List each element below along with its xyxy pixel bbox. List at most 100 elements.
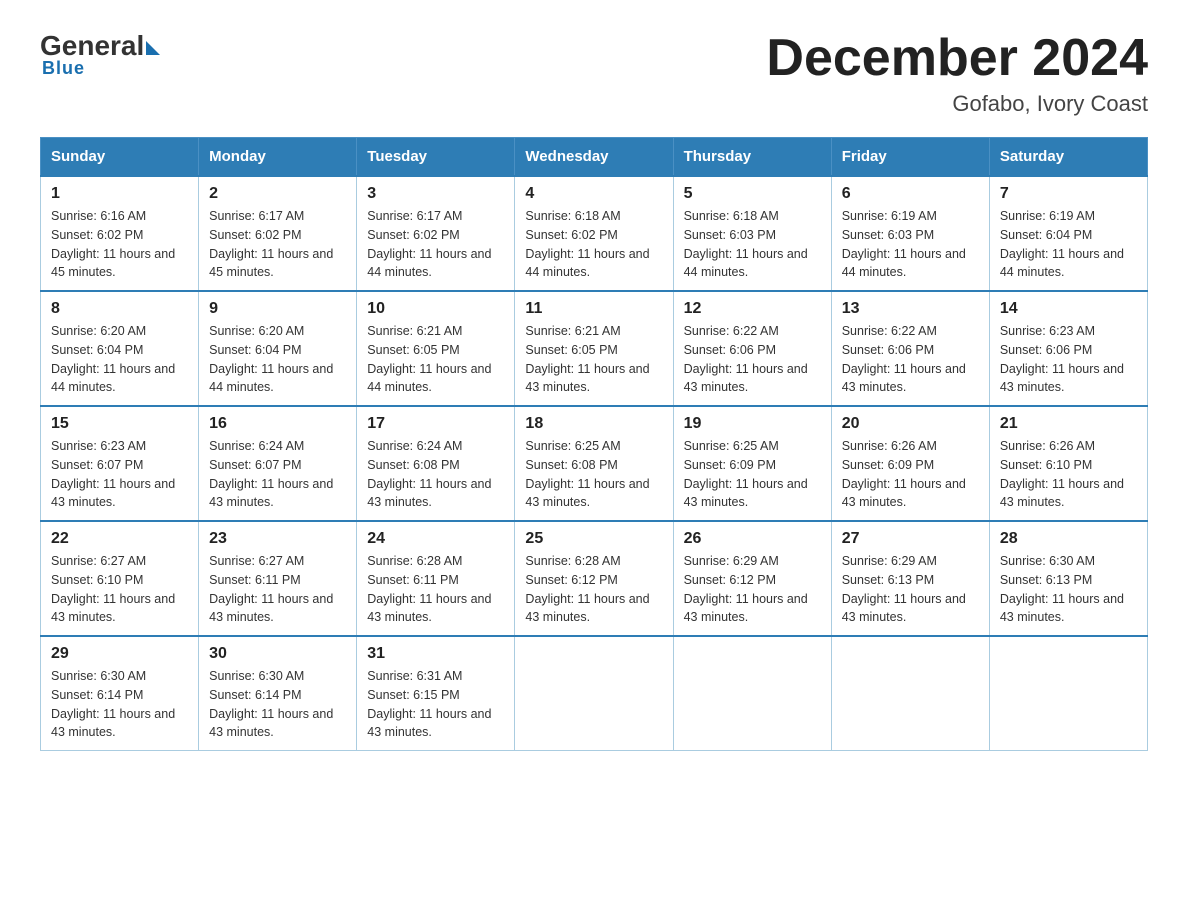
calendar-cell — [673, 636, 831, 751]
calendar-cell: 23Sunrise: 6:27 AMSunset: 6:11 PMDayligh… — [199, 521, 357, 636]
day-number: 19 — [684, 415, 821, 433]
location-subtitle: Gofabo, Ivory Coast — [766, 91, 1148, 117]
day-info: Sunrise: 6:21 AMSunset: 6:05 PMDaylight:… — [367, 322, 504, 397]
logo-blue-label: Blue — [42, 58, 160, 79]
day-number: 8 — [51, 300, 188, 318]
header-tuesday: Tuesday — [357, 138, 515, 177]
day-info: Sunrise: 6:19 AMSunset: 6:03 PMDaylight:… — [842, 207, 979, 282]
day-number: 15 — [51, 415, 188, 433]
calendar-cell: 13 Sunrise: 6:22 AMSunset: 6:06 PMDayligh… — [831, 291, 989, 406]
week-row-5: 29 Sunrise: 6:30 AMSunset: 6:14 PMDayligh… — [41, 636, 1148, 751]
calendar-cell: 25 Sunrise: 6:28 AMSunset: 6:12 PMDayligh… — [515, 521, 673, 636]
calendar-cell: 16 Sunrise: 6:24 AMSunset: 6:07 PMDayligh… — [199, 406, 357, 521]
title-section: December 2024 Gofabo, Ivory Coast — [766, 30, 1148, 117]
calendar-title: December 2024 — [766, 30, 1148, 87]
day-number: 5 — [684, 185, 821, 203]
day-number: 29 — [51, 645, 188, 663]
day-number: 22 — [51, 530, 188, 548]
day-number: 18 — [525, 415, 662, 433]
calendar-cell — [989, 636, 1147, 751]
day-number: 28 — [1000, 530, 1137, 548]
calendar-cell: 11 Sunrise: 6:21 AMSunset: 6:05 PMDayligh… — [515, 291, 673, 406]
day-info: Sunrise: 6:21 AMSunset: 6:05 PMDaylight:… — [525, 322, 662, 397]
day-info: Sunrise: 6:16 AMSunset: 6:02 PMDaylight:… — [51, 207, 188, 282]
day-info: Sunrise: 6:24 AMSunset: 6:08 PMDaylight:… — [367, 437, 504, 512]
day-info: Sunrise: 6:28 AMSunset: 6:12 PMDaylight:… — [525, 552, 662, 627]
header-friday: Friday — [831, 138, 989, 177]
day-number: 10 — [367, 300, 504, 318]
day-info: Sunrise: 6:25 AMSunset: 6:09 PMDaylight:… — [684, 437, 821, 512]
calendar-cell: 10 Sunrise: 6:21 AMSunset: 6:05 PMDayligh… — [357, 291, 515, 406]
day-number: 3 — [367, 185, 504, 203]
day-number: 17 — [367, 415, 504, 433]
day-info: Sunrise: 6:29 AMSunset: 6:12 PMDaylight:… — [684, 552, 821, 627]
calendar-cell: 6Sunrise: 6:19 AMSunset: 6:03 PMDaylight… — [831, 176, 989, 291]
day-info: Sunrise: 6:30 AMSunset: 6:14 PMDaylight:… — [209, 667, 346, 742]
week-row-2: 8 Sunrise: 6:20 AMSunset: 6:04 PMDaylight… — [41, 291, 1148, 406]
calendar-cell: 28 Sunrise: 6:30 AMSunset: 6:13 PMDayligh… — [989, 521, 1147, 636]
day-info: Sunrise: 6:22 AMSunset: 6:06 PMDaylight:… — [842, 322, 979, 397]
calendar-cell: 7 Sunrise: 6:19 AMSunset: 6:04 PMDaylight… — [989, 176, 1147, 291]
header-row: SundayMondayTuesdayWednesdayThursdayFrid… — [41, 138, 1148, 177]
day-number: 1 — [51, 185, 188, 203]
week-row-4: 22Sunrise: 6:27 AMSunset: 6:10 PMDayligh… — [41, 521, 1148, 636]
day-info: Sunrise: 6:18 AMSunset: 6:03 PMDaylight:… — [684, 207, 821, 282]
day-number: 31 — [367, 645, 504, 663]
calendar-cell: 22Sunrise: 6:27 AMSunset: 6:10 PMDayligh… — [41, 521, 199, 636]
day-number: 11 — [525, 300, 662, 318]
calendar-cell: 14 Sunrise: 6:23 AMSunset: 6:06 PMDayligh… — [989, 291, 1147, 406]
day-number: 25 — [525, 530, 662, 548]
calendar-cell: 8 Sunrise: 6:20 AMSunset: 6:04 PMDaylight… — [41, 291, 199, 406]
week-row-1: 1 Sunrise: 6:16 AMSunset: 6:02 PMDaylight… — [41, 176, 1148, 291]
calendar-cell: 24 Sunrise: 6:28 AMSunset: 6:11 PMDayligh… — [357, 521, 515, 636]
calendar-cell: 21 Sunrise: 6:26 AMSunset: 6:10 PMDayligh… — [989, 406, 1147, 521]
day-info: Sunrise: 6:24 AMSunset: 6:07 PMDaylight:… — [209, 437, 346, 512]
day-number: 24 — [367, 530, 504, 548]
calendar-cell: 17 Sunrise: 6:24 AMSunset: 6:08 PMDayligh… — [357, 406, 515, 521]
day-info: Sunrise: 6:25 AMSunset: 6:08 PMDaylight:… — [525, 437, 662, 512]
day-number: 16 — [209, 415, 346, 433]
day-info: Sunrise: 6:17 AMSunset: 6:02 PMDaylight:… — [367, 207, 504, 282]
calendar-cell: 9 Sunrise: 6:20 AMSunset: 6:04 PMDaylight… — [199, 291, 357, 406]
day-number: 13 — [842, 300, 979, 318]
page-header: General Blue December 2024 Gofabo, Ivory… — [40, 30, 1148, 117]
day-info: Sunrise: 6:30 AMSunset: 6:14 PMDaylight:… — [51, 667, 188, 742]
calendar-cell: 4 Sunrise: 6:18 AMSunset: 6:02 PMDaylight… — [515, 176, 673, 291]
logo: General Blue — [40, 30, 160, 79]
day-info: Sunrise: 6:19 AMSunset: 6:04 PMDaylight:… — [1000, 207, 1137, 282]
day-number: 4 — [525, 185, 662, 203]
calendar-cell: 3 Sunrise: 6:17 AMSunset: 6:02 PMDaylight… — [357, 176, 515, 291]
calendar-cell: 20Sunrise: 6:26 AMSunset: 6:09 PMDayligh… — [831, 406, 989, 521]
day-info: Sunrise: 6:26 AMSunset: 6:10 PMDaylight:… — [1000, 437, 1137, 512]
calendar-cell: 19 Sunrise: 6:25 AMSunset: 6:09 PMDayligh… — [673, 406, 831, 521]
day-info: Sunrise: 6:28 AMSunset: 6:11 PMDaylight:… — [367, 552, 504, 627]
header-thursday: Thursday — [673, 138, 831, 177]
calendar-cell: 18 Sunrise: 6:25 AMSunset: 6:08 PMDayligh… — [515, 406, 673, 521]
day-number: 30 — [209, 645, 346, 663]
day-info: Sunrise: 6:23 AMSunset: 6:06 PMDaylight:… — [1000, 322, 1137, 397]
day-number: 21 — [1000, 415, 1137, 433]
calendar-cell: 15Sunrise: 6:23 AMSunset: 6:07 PMDayligh… — [41, 406, 199, 521]
day-number: 14 — [1000, 300, 1137, 318]
calendar-cell: 12Sunrise: 6:22 AMSunset: 6:06 PMDayligh… — [673, 291, 831, 406]
day-info: Sunrise: 6:20 AMSunset: 6:04 PMDaylight:… — [51, 322, 188, 397]
calendar-cell — [515, 636, 673, 751]
calendar-cell: 29 Sunrise: 6:30 AMSunset: 6:14 PMDayligh… — [41, 636, 199, 751]
day-number: 7 — [1000, 185, 1137, 203]
calendar-table: SundayMondayTuesdayWednesdayThursdayFrid… — [40, 137, 1148, 751]
calendar-cell — [831, 636, 989, 751]
calendar-cell: 1 Sunrise: 6:16 AMSunset: 6:02 PMDaylight… — [41, 176, 199, 291]
day-info: Sunrise: 6:26 AMSunset: 6:09 PMDaylight:… — [842, 437, 979, 512]
day-info: Sunrise: 6:29 AMSunset: 6:13 PMDaylight:… — [842, 552, 979, 627]
header-sunday: Sunday — [41, 138, 199, 177]
calendar-cell: 31 Sunrise: 6:31 AMSunset: 6:15 PMDayligh… — [357, 636, 515, 751]
day-info: Sunrise: 6:18 AMSunset: 6:02 PMDaylight:… — [525, 207, 662, 282]
day-number: 27 — [842, 530, 979, 548]
day-info: Sunrise: 6:20 AMSunset: 6:04 PMDaylight:… — [209, 322, 346, 397]
day-number: 9 — [209, 300, 346, 318]
calendar-cell: 30 Sunrise: 6:30 AMSunset: 6:14 PMDayligh… — [199, 636, 357, 751]
day-info: Sunrise: 6:31 AMSunset: 6:15 PMDaylight:… — [367, 667, 504, 742]
day-info: Sunrise: 6:27 AMSunset: 6:11 PMDaylight:… — [209, 552, 346, 627]
logo-triangle-icon — [146, 41, 160, 55]
day-info: Sunrise: 6:30 AMSunset: 6:13 PMDaylight:… — [1000, 552, 1137, 627]
